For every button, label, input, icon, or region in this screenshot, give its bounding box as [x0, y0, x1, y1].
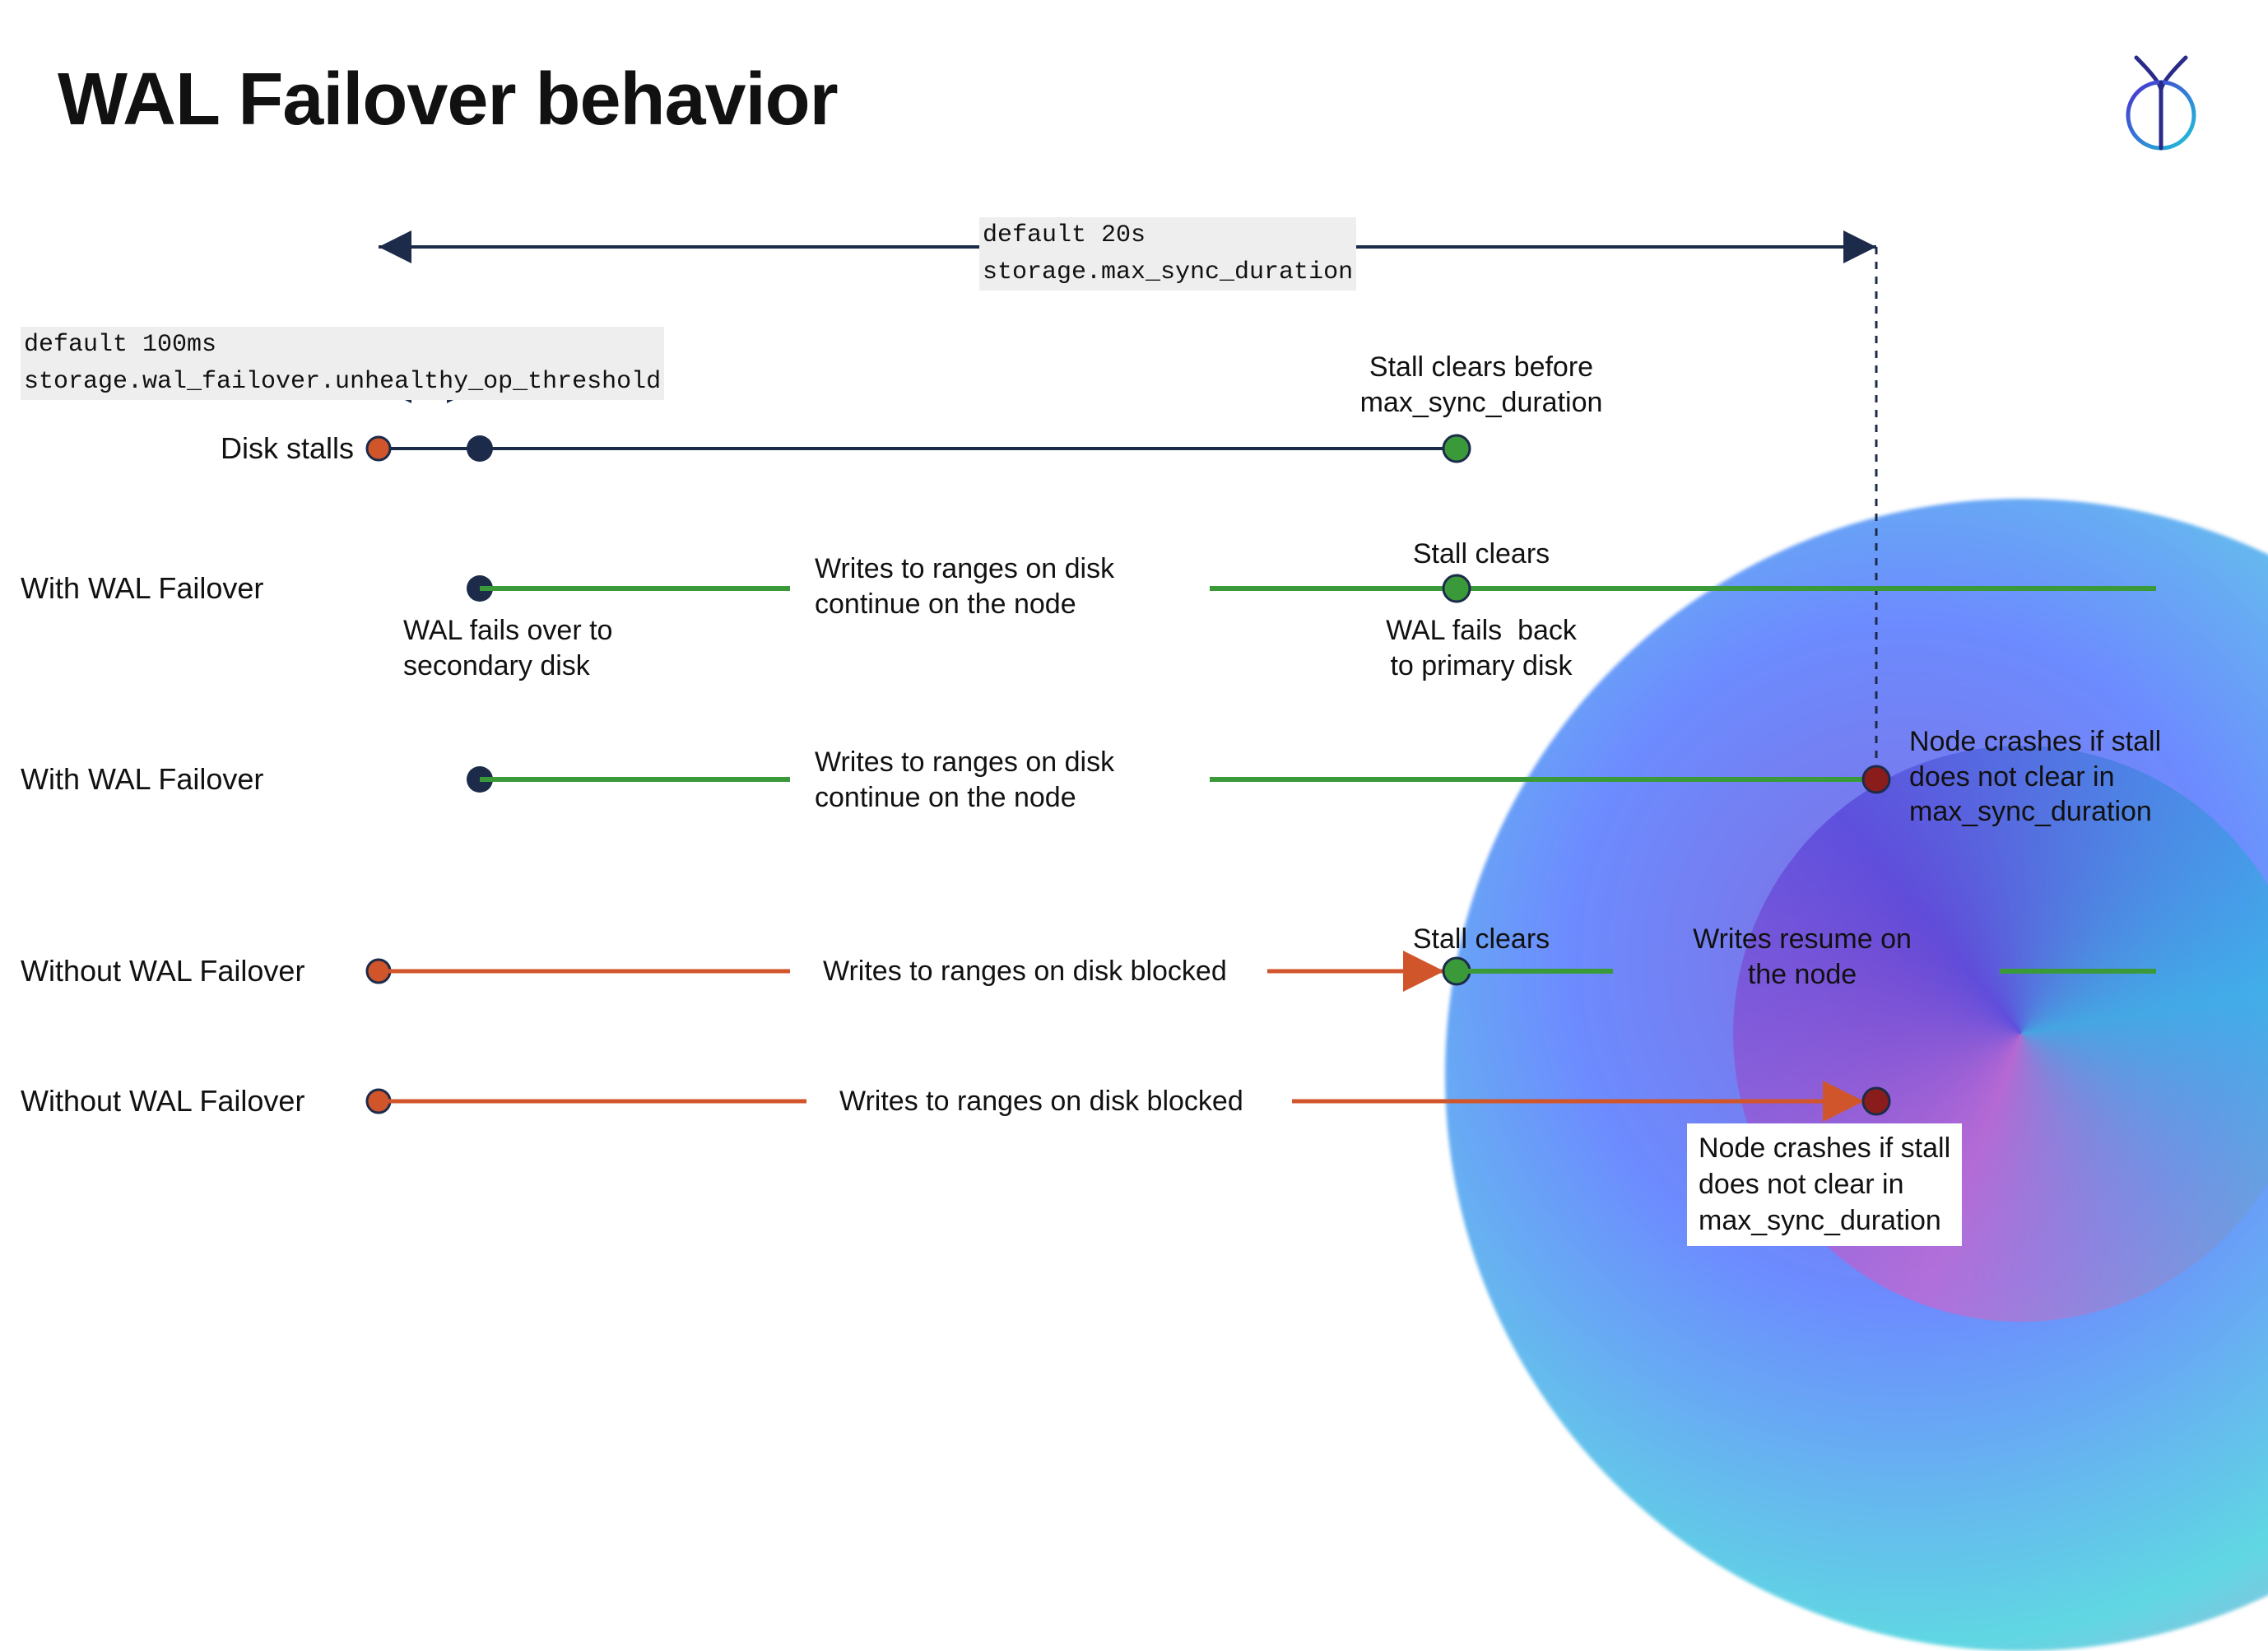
page-title: WAL Failover behavior: [58, 58, 838, 142]
annot-node-crash-2: Node crashes if stall does not clear in …: [1687, 1123, 1962, 1246]
annot-stall-clears-before: Stall clears before max_sync_duration: [1360, 350, 1603, 420]
logo-icon: [2120, 49, 2202, 156]
row-label-with-2: With WAL Failover: [21, 762, 309, 797]
annot-failback-primary: WAL fails back to primary disk: [1386, 613, 1577, 683]
annot-node-crash-1: Node crashes if stall does not clear in …: [1909, 724, 2161, 830]
row-label-without-1: Without WAL Failover: [21, 954, 350, 988]
annot-writes-continue-1: Writes to ranges on disk continue on the…: [815, 551, 1114, 621]
annot-failover-secondary: WAL fails over to secondary disk: [403, 613, 612, 683]
threshold-label: default 100ms storage.wal_failover.unhea…: [21, 327, 664, 400]
annot-stall-clears-1: Stall clears: [1413, 537, 1550, 572]
setting-threshold: storage.wal_failover.unhealthy_op_thresh…: [21, 364, 664, 401]
timeline-diagram: [0, 0, 2268, 1239]
annot-writes-continue-2: Writes to ranges on disk continue on the…: [815, 745, 1114, 815]
annot-stall-clears-2: Stall clears: [1413, 922, 1550, 957]
annot-writes-resume: Writes resume on the node: [1693, 922, 1912, 992]
row-label-with-1: With WAL Failover: [21, 571, 309, 606]
max-sync-duration-label: default 20s storage.max_sync_duration: [979, 217, 1356, 291]
annot-writes-blocked-1: Writes to ranges on disk blocked: [823, 954, 1227, 989]
row-label-disk-stalls: Disk stalls: [41, 431, 354, 466]
row-label-without-2: Without WAL Failover: [21, 1084, 350, 1118]
default-20s: default 20s: [979, 217, 1356, 254]
default-100ms: default 100ms: [21, 327, 664, 364]
annot-writes-blocked-2: Writes to ranges on disk blocked: [839, 1084, 1243, 1119]
setting-max-sync: storage.max_sync_duration: [979, 254, 1356, 291]
